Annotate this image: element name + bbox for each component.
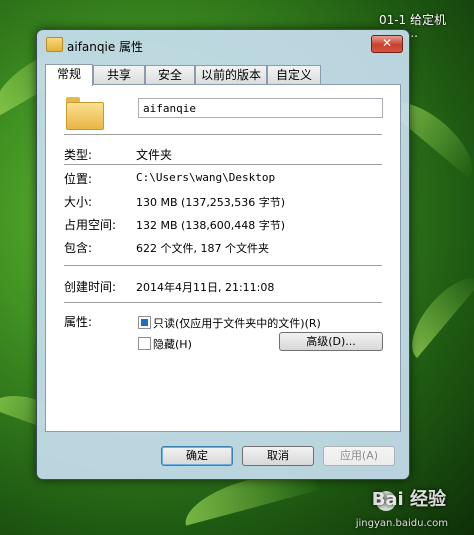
type-value: 文件夹 bbox=[136, 148, 173, 162]
size-label: 大小: bbox=[64, 195, 93, 209]
window-title: aifanqie 属性 bbox=[67, 40, 144, 54]
advanced-button[interactable]: 高级(D)... bbox=[279, 332, 383, 351]
properties-dialog: aifanqie 属性 ✕ 常规 共享 安全 以前的版本 自定义 aifanqi… bbox=[36, 29, 410, 480]
tab-security[interactable]: 安全 bbox=[145, 65, 195, 84]
size-value: 130 MB (137,253,536 字节) bbox=[136, 196, 286, 209]
general-tab-panel: aifanqie 类型: 文件夹 位置: C:\Users\wang\Deskt… bbox=[45, 84, 401, 432]
contains-value: 622 个文件, 187 个文件夹 bbox=[136, 242, 269, 255]
attributes-label: 属性: bbox=[64, 315, 93, 329]
watermark-url: jingyan.baidu.com bbox=[355, 518, 448, 529]
tab-customize[interactable]: 自定义 bbox=[267, 65, 321, 84]
cancel-button[interactable]: 取消 bbox=[242, 446, 314, 466]
readonly-checkbox-label[interactable]: 只读(仅应用于文件夹中的文件)(R) bbox=[153, 315, 321, 331]
tab-general[interactable]: 常规 bbox=[45, 64, 93, 86]
created-label: 创建时间: bbox=[64, 280, 117, 294]
contains-label: 包含: bbox=[64, 241, 93, 255]
size-on-disk-label: 占用空间: bbox=[64, 218, 117, 232]
location-value: C:\Users\wang\Desktop bbox=[136, 171, 276, 184]
location-label: 位置: bbox=[64, 172, 93, 186]
apply-button[interactable]: 应用(A) bbox=[323, 446, 395, 466]
folder-icon bbox=[46, 37, 63, 52]
watermark-logo: Bai 经验 bbox=[371, 489, 446, 510]
close-button[interactable]: ✕ bbox=[371, 35, 403, 53]
folder-name-input[interactable]: aifanqie bbox=[138, 98, 383, 118]
divider bbox=[64, 164, 382, 165]
divider bbox=[64, 134, 382, 135]
divider bbox=[64, 302, 382, 303]
title-bar[interactable]: aifanqie 属性 ✕ bbox=[37, 30, 409, 60]
hidden-checkbox[interactable] bbox=[138, 337, 151, 350]
readonly-checkbox[interactable] bbox=[138, 316, 151, 329]
divider bbox=[64, 265, 382, 266]
hidden-checkbox-label[interactable]: 隐藏(H) bbox=[153, 336, 192, 352]
tab-previous-versions[interactable]: 以前的版本 bbox=[195, 65, 267, 84]
folder-large-icon bbox=[66, 97, 104, 130]
tab-sharing[interactable]: 共享 bbox=[93, 65, 145, 84]
created-value: 2014年4月11日, 21:11:08 bbox=[136, 281, 275, 294]
type-label: 类型: bbox=[64, 148, 93, 162]
size-on-disk-value: 132 MB (138,600,448 字节) bbox=[136, 219, 286, 232]
ok-button[interactable]: 确定 bbox=[161, 446, 233, 466]
